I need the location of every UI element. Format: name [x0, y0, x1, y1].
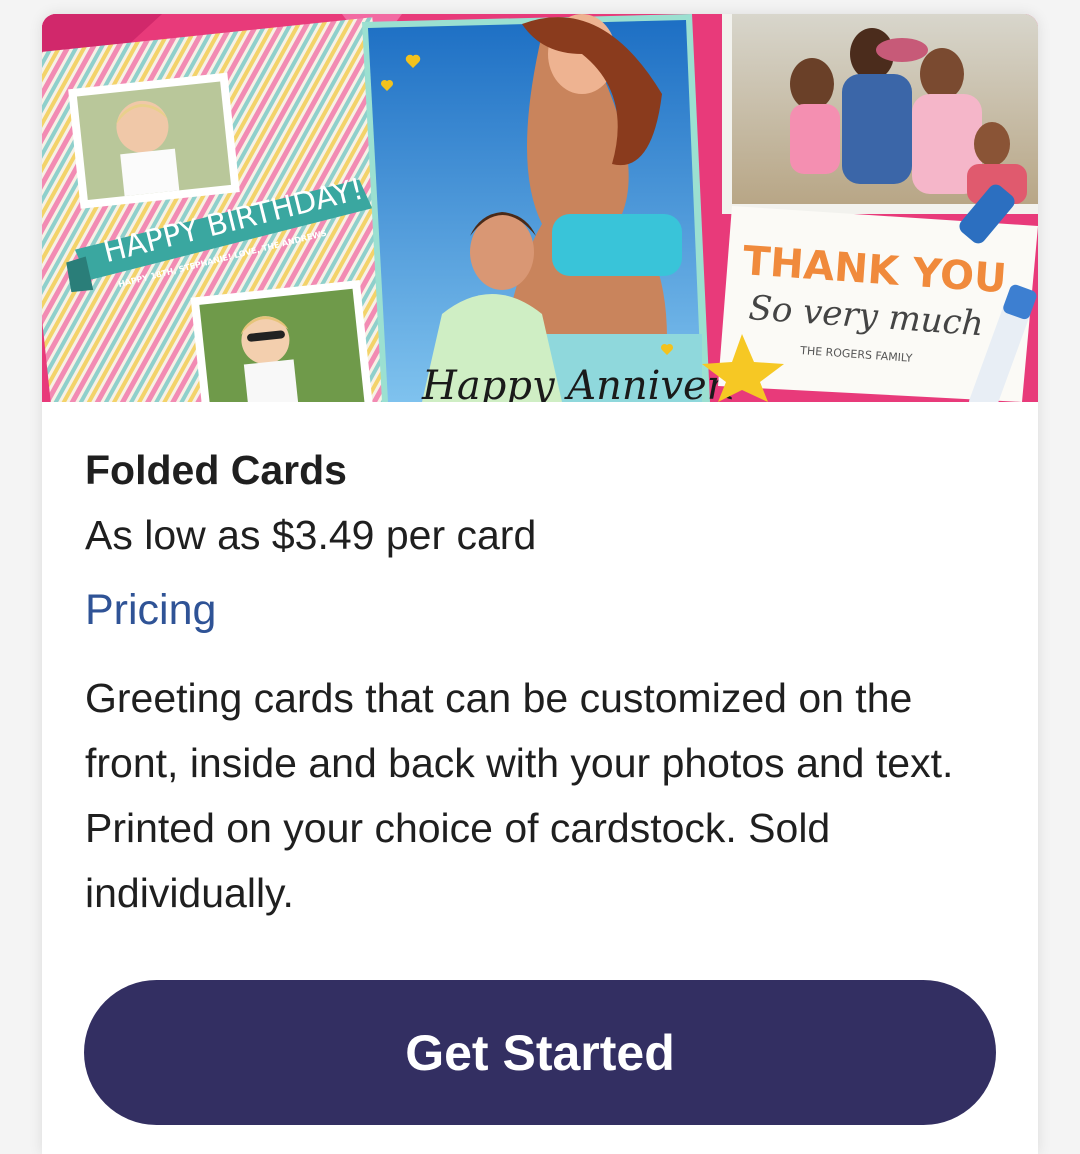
product-description: Greeting cards that can be customized on… — [85, 675, 954, 916]
pricing-link[interactable]: Pricing — [85, 582, 216, 638]
product-card: HAPPY BIRTHDAY! HAPPY 18TH, STEPHANIE! L… — [42, 14, 1038, 1154]
birthday-card: HAPPY BIRTHDAY! HAPPY 18TH, STEPHANIE! L… — [42, 17, 415, 402]
thankyou-card: THANK YOU So very much THE ROGERS FAMILY — [702, 14, 1038, 402]
get-started-button[interactable]: Get Started — [84, 980, 996, 1125]
product-price: As low as $3.49 per card — [85, 512, 537, 558]
product-title: Folded Cards — [85, 447, 347, 493]
product-info: Folded Cards As low as $3.49 per card Pr… — [85, 444, 995, 926]
hero-image[interactable]: HAPPY BIRTHDAY! HAPPY 18TH, STEPHANIE! L… — [42, 14, 1038, 402]
